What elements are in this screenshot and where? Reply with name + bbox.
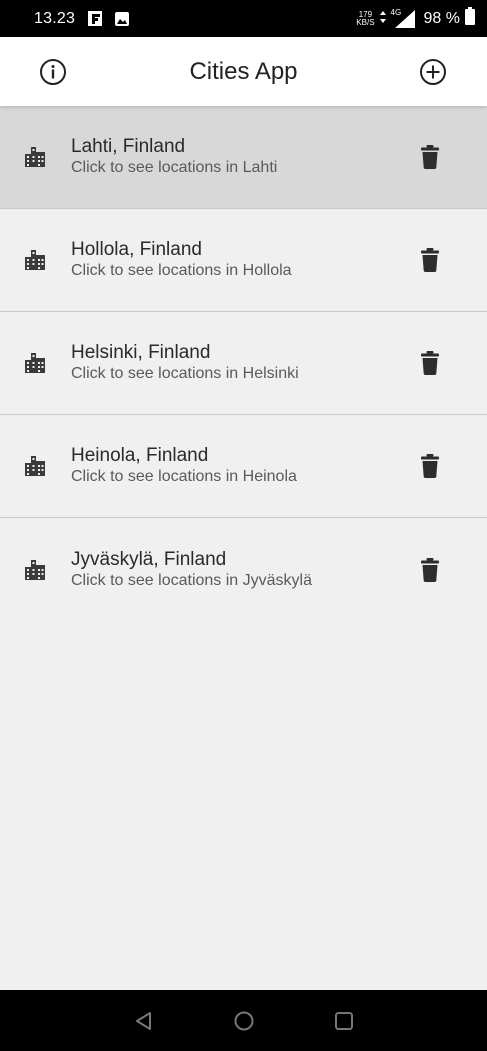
city-subtitle: Click to see locations in Lahti [71,159,278,176]
city-buildings-icon [22,144,48,170]
add-circle-icon [420,59,446,85]
delete-city-button[interactable] [414,446,446,486]
network-speed: 179 KB/S [356,10,375,27]
city-text: Heinola, Finland Click to see locations … [71,445,407,487]
city-buildings-icon [22,453,48,479]
city-list: Lahti, Finland Click to see locations in… [0,106,487,621]
city-name: Lahti, Finland [71,136,186,157]
city-subtitle: Click to see locations in Jyväskylä [71,571,312,589]
back-triangle-icon [135,1011,151,1030]
delete-city-button[interactable] [414,137,446,177]
back-button[interactable] [129,1006,159,1036]
trash-icon [421,454,439,478]
app-bar: Cities App [0,37,487,106]
app-title: Cities App [189,57,298,85]
city-buildings-icon [22,350,48,376]
home-circle-icon [234,1011,253,1030]
city-text: Hollola, Finland Click to see locations … [71,239,407,281]
network-type-label: 4G [390,7,402,17]
data-transfer-icon [379,10,386,28]
city-name: Heinola, Finland [71,445,209,466]
city-subtitle: Click to see locations in Hollola [71,262,292,279]
trash-icon [421,248,439,272]
info-button[interactable] [35,54,71,90]
trash-icon [421,557,439,582]
city-name: Jyväskylä, Finland [71,548,227,570]
city-subtitle: Click to see locations in Helsinki [71,365,299,382]
city-text: Lahti, Finland Click to see locations in… [71,136,407,178]
city-list-item[interactable]: Lahti, Finland Click to see locations in… [0,106,487,209]
city-list-item[interactable]: Jyväskylä, Finland Click to see location… [0,518,487,621]
delete-city-button[interactable] [414,343,446,383]
system-navigation-bar [0,990,487,1051]
status-indicators: 179 KB/S 4G 98 % [356,7,475,30]
image-notification-icon [114,11,129,26]
home-button[interactable] [229,1006,259,1036]
city-text: Helsinki, Finland Click to see locations… [71,342,407,384]
signal-icon: 4G [390,7,415,28]
city-name: Hollola, Finland [71,239,202,260]
status-time: 13.23 [34,9,76,27]
city-list-item[interactable]: Helsinki, Finland Click to see locations… [0,312,487,415]
battery-percentage: 98 % [423,9,460,27]
delete-city-button[interactable] [414,550,446,590]
city-text: Jyväskylä, Finland Click to see location… [71,549,407,591]
trash-icon [421,145,439,169]
recents-square-icon [334,1011,353,1030]
city-buildings-icon [22,247,48,273]
city-buildings-icon [22,557,48,583]
delete-city-button[interactable] [414,240,446,280]
city-list-item[interactable]: Heinola, Finland Click to see locations … [0,415,487,518]
network-speed-unit: KB/S [356,17,375,27]
city-name: Helsinki, Finland [71,342,211,363]
status-bar: 13.23 179 KB/S 4G 98 % [0,0,487,37]
recents-button[interactable] [329,1006,359,1036]
city-subtitle: Click to see locations in Heinola [71,468,297,485]
city-list-item[interactable]: Hollola, Finland Click to see locations … [0,209,487,312]
flipboard-notification-icon [87,11,102,26]
info-icon [40,59,66,85]
trash-icon [421,351,439,375]
add-city-button[interactable] [415,54,451,90]
battery-icon [465,7,475,30]
